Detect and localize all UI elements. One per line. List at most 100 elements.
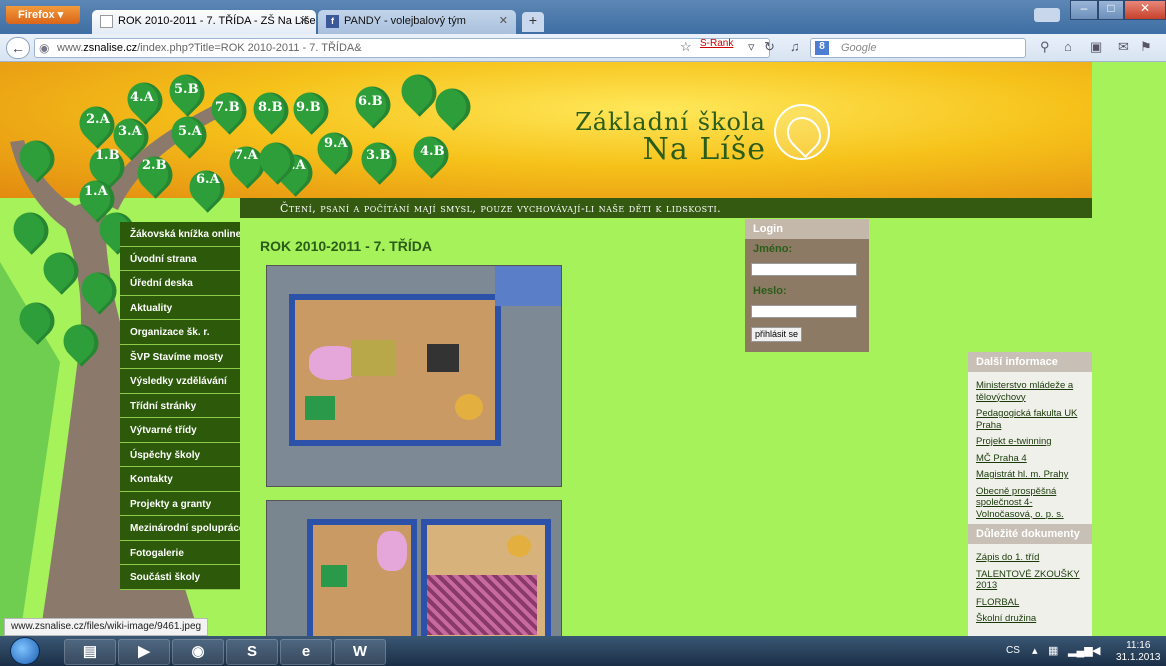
school-leaf-logo-icon	[774, 104, 830, 160]
dropdown-icon[interactable]: ▿	[748, 39, 755, 55]
menu-item[interactable]: Výtvarné třídy	[120, 418, 240, 443]
close-tab-icon[interactable]: ✕	[299, 14, 308, 27]
url-text: www.zsnalise.cz/index.php?Title=ROK 2010…	[57, 42, 362, 54]
music-icon[interactable]: ♫	[790, 39, 800, 54]
firefox-taskbar-icon[interactable]: ◉	[172, 639, 224, 665]
menu-item[interactable]: Projekty a granty	[120, 491, 240, 516]
system-clock[interactable]: 11:16 31.1.2013	[1116, 640, 1161, 664]
status-bar-link-preview: www.zsnalise.cz/files/wiki-image/9461.jp…	[4, 618, 209, 636]
tab-active[interactable]: ROK 2010-2011 - 7. TŘÍDA - ZŠ Na Líše ✕	[92, 10, 316, 34]
class-leaf-label[interactable]: 4.B	[420, 144, 445, 159]
volume-icon[interactable]: ◀	[1092, 644, 1100, 657]
media-player-taskbar-icon[interactable]: ▶	[118, 639, 170, 665]
address-bar[interactable]: ◉ www.zsnalise.cz/index.php?Title=ROK 20…	[34, 38, 770, 58]
documents-heading: Důležité dokumenty	[968, 524, 1092, 544]
class-leaf-label[interactable]: 3.A	[118, 124, 142, 139]
close-window-button[interactable]: ✕	[1124, 0, 1166, 20]
menu-item[interactable]: Úspěchy školy	[120, 442, 240, 467]
school-name-logo[interactable]: Základní škola Na Líše	[538, 108, 766, 167]
menu-item[interactable]: Úřední deska	[120, 271, 240, 296]
menu-item[interactable]: ŠVP Stavíme mosty	[120, 344, 240, 369]
sidebar-link[interactable]: Pedagogická fakulta UK Praha	[968, 406, 1092, 431]
documents-links: Zápis do 1. tříd TALENTOVÉ ZKOUŠKY 2013 …	[968, 544, 1092, 629]
search-input[interactable]: 8 Google	[810, 38, 1026, 58]
network-icon[interactable]: ▦	[1048, 644, 1058, 657]
minimize-window-button[interactable]: –	[1070, 0, 1098, 20]
new-tab-button[interactable]: +	[522, 12, 544, 32]
class-leaf-label[interactable]: 2.A	[86, 112, 110, 127]
class-leaf-label[interactable]: 5.A	[178, 124, 202, 139]
class-leaf-label[interactable]: 7.B	[215, 100, 240, 115]
photo-detail	[427, 575, 537, 635]
search-engine-icon[interactable]: 8	[815, 41, 829, 55]
menu-item[interactable]: Žákovská knížka online	[120, 222, 240, 247]
start-button[interactable]	[10, 637, 40, 665]
srank-link[interactable]: S-Rank	[700, 38, 733, 49]
menu-item[interactable]: Aktuality	[120, 295, 240, 320]
gallery-photo[interactable]	[266, 500, 562, 636]
gallery-photo[interactable]	[266, 265, 562, 487]
maximize-window-button[interactable]: □	[1098, 0, 1124, 20]
class-leaf-label[interactable]: 8.B	[258, 100, 283, 115]
new-tab-label: +	[528, 12, 538, 28]
menu-item[interactable]: Úvodní strana	[120, 246, 240, 271]
photo-detail	[495, 266, 561, 306]
show-hidden-icons-icon[interactable]: ▴	[1032, 644, 1038, 657]
class-leaf-label[interactable]: 7.A	[234, 148, 258, 163]
addon-icon[interactable]	[1034, 8, 1060, 22]
close-tab-icon[interactable]: ✕	[499, 14, 508, 27]
menu-item[interactable]: Fotogalerie	[120, 540, 240, 565]
tab-inactive[interactable]: f PANDY - volejbalový tým ✕	[318, 10, 516, 34]
sidebar-link[interactable]: Magistrát hl. m. Prahy	[968, 467, 1092, 481]
class-leaf-label[interactable]: 3.B	[366, 148, 391, 163]
class-leaf-label[interactable]: 6.B	[358, 94, 383, 109]
home-icon[interactable]: ⌂	[1064, 39, 1072, 54]
sidebar-link[interactable]: Obecně prospěšná společnost 4-Volnočasov…	[968, 484, 1092, 521]
sidebar-link[interactable]: Školní družina	[968, 611, 1092, 625]
login-button[interactable]: přihlásit se	[751, 327, 803, 342]
photo-detail	[351, 340, 395, 376]
addons-icon[interactable]: ▣	[1090, 39, 1102, 55]
back-button[interactable]: ←	[6, 37, 30, 59]
photo-detail	[321, 565, 347, 587]
photo-detail	[455, 394, 483, 420]
motto-bar: Čtení, psaní a počítání mají smysl, pouz…	[240, 198, 1092, 218]
class-leaf-label[interactable]: 6.A	[196, 172, 220, 187]
username-field[interactable]	[751, 263, 857, 276]
menu-item[interactable]: Kontakty	[120, 467, 240, 492]
bookmark-star-icon[interactable]: ☆	[680, 39, 692, 55]
class-leaf-label[interactable]: 1.A	[84, 184, 108, 199]
menu-item[interactable]: Třídní stránky	[120, 393, 240, 418]
sidebar-link[interactable]: Zápis do 1. tříd	[968, 550, 1092, 564]
menu-item[interactable]: Organizace šk. r.	[120, 320, 240, 345]
signal-icon[interactable]: ▂▄▆	[1068, 644, 1093, 657]
username-label: Jméno:	[753, 243, 793, 255]
class-leaf-label[interactable]: 1.B	[95, 148, 120, 163]
search-icon[interactable]: ⚲	[1040, 39, 1050, 55]
class-leaf-label[interactable]: 2.B	[142, 158, 167, 173]
sidebar-link[interactable]: Ministerstvo mládeže a tělovýchovy	[968, 378, 1092, 403]
internet-explorer-taskbar-icon[interactable]: e	[280, 639, 332, 665]
skype-taskbar-icon[interactable]: S	[226, 639, 278, 665]
photo-detail	[305, 396, 335, 420]
language-indicator[interactable]: CS	[1006, 645, 1020, 656]
sidebar-link[interactable]: TALENTOVÉ ZKOUŠKY 2013	[968, 567, 1092, 592]
password-field[interactable]	[751, 305, 857, 318]
flag-icon[interactable]: ⚑	[1140, 39, 1152, 55]
mail-icon[interactable]: ✉	[1118, 39, 1129, 55]
class-leaf-label[interactable]: 9.A	[324, 136, 348, 151]
class-leaf-label[interactable]: 4.A	[130, 90, 154, 105]
reload-icon[interactable]: ↻	[764, 39, 775, 55]
word-taskbar-icon[interactable]: W	[334, 639, 386, 665]
sidebar-link[interactable]: Projekt e-twinning	[968, 434, 1092, 448]
sidebar-link[interactable]: MČ Praha 4	[968, 451, 1092, 465]
menu-item[interactable]: Mezinárodní spolupráce	[120, 516, 240, 541]
class-leaf-label[interactable]: 5.B	[174, 82, 199, 97]
class-leaf-label[interactable]: 9.B	[296, 100, 321, 115]
facebook-favicon-icon: f	[326, 15, 339, 28]
sidebar-link[interactable]: FLORBAL	[968, 595, 1092, 609]
firefox-menu-button[interactable]: Firefox ▾	[6, 6, 80, 24]
explorer-taskbar-icon[interactable]: ▤	[64, 639, 116, 665]
menu-item[interactable]: Součásti školy	[120, 565, 240, 590]
menu-item[interactable]: Výsledky vzdělávání	[120, 369, 240, 394]
